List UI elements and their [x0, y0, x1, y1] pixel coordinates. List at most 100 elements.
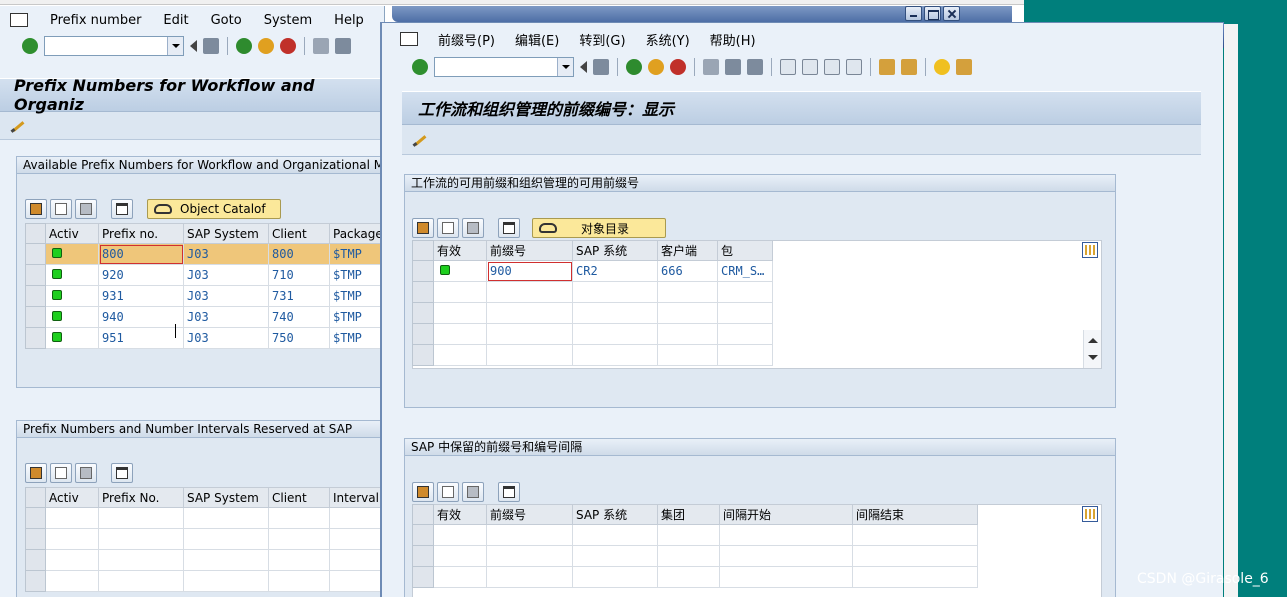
table-cell[interactable] [657, 566, 720, 588]
table-cell[interactable] [719, 566, 853, 588]
row-selector[interactable] [412, 545, 434, 567]
table-row[interactable] [25, 528, 384, 550]
table-cell[interactable] [433, 566, 487, 588]
client-cell[interactable]: 740 [268, 306, 330, 328]
table-cell[interactable] [183, 507, 269, 529]
table-cell[interactable] [657, 545, 720, 567]
table-cell[interactable] [719, 524, 853, 546]
row-selector[interactable] [412, 281, 434, 303]
delete-button[interactable] [75, 463, 97, 483]
collapse-arrow-icon[interactable] [580, 61, 587, 73]
row-selector[interactable] [25, 528, 46, 550]
details-button[interactable] [412, 218, 434, 238]
prefix-cell[interactable]: 920 [98, 264, 184, 286]
print-button[interactable] [498, 482, 520, 502]
delete-button[interactable] [462, 482, 484, 502]
table-cell[interactable] [329, 570, 384, 592]
display-change-icon[interactable] [10, 118, 26, 134]
table-cell[interactable] [433, 281, 487, 303]
client-cell[interactable]: 710 [268, 264, 330, 286]
collapse-arrow-icon[interactable] [190, 40, 197, 52]
menu-system[interactable]: 系统(Y) [646, 30, 690, 49]
package-cell[interactable]: $TMP [329, 306, 384, 328]
table-row[interactable] [25, 549, 384, 571]
new-entry-button[interactable] [50, 463, 72, 483]
column-header[interactable]: 前缀号 [486, 504, 573, 525]
table-cell[interactable] [486, 302, 573, 324]
close-icon[interactable] [943, 6, 960, 21]
table-cell[interactable] [433, 323, 487, 345]
table-cell[interactable] [268, 570, 330, 592]
menu-system[interactable]: System [264, 13, 312, 28]
package-cell[interactable]: $TMP [329, 285, 384, 307]
chevron-down-icon[interactable] [167, 37, 183, 55]
first-page-icon[interactable] [780, 59, 796, 75]
table-cell[interactable] [657, 524, 720, 546]
menu-goto[interactable]: 转到(G) [579, 30, 625, 49]
table-cell[interactable] [268, 549, 330, 571]
table-row[interactable] [412, 545, 978, 567]
system-cell[interactable]: J03 [183, 264, 269, 286]
table-cell[interactable] [657, 323, 718, 345]
prefix-cell[interactable]: 940 [98, 306, 184, 328]
row-selector[interactable] [25, 285, 46, 307]
select-all-cell[interactable] [412, 240, 434, 261]
table-cell[interactable] [268, 507, 330, 529]
row-selector[interactable] [25, 243, 46, 265]
table-cell[interactable] [657, 302, 718, 324]
table-cell[interactable] [183, 549, 269, 571]
column-header[interactable]: SAP System [183, 223, 269, 244]
table-row[interactable] [412, 281, 773, 303]
table-cell[interactable] [183, 528, 269, 550]
table-row[interactable]: 951 J03 750 $TMP [25, 327, 384, 349]
prefix-cell[interactable]: 900 [486, 260, 573, 282]
details-button[interactable] [412, 482, 434, 502]
next-page-icon[interactable] [824, 59, 840, 75]
command-field[interactable] [434, 57, 574, 77]
delete-button[interactable] [462, 218, 484, 238]
table-cell[interactable] [572, 302, 658, 324]
column-header[interactable]: 间隔开始 [719, 504, 853, 525]
table-cell[interactable] [572, 281, 658, 303]
table-cell[interactable] [486, 323, 573, 345]
column-header[interactable]: Prefix No. [98, 487, 184, 508]
column-header[interactable]: 客户端 [657, 240, 718, 261]
table-cell[interactable] [433, 344, 487, 366]
table-row[interactable] [412, 566, 978, 588]
table-cell[interactable] [433, 524, 487, 546]
save-icon[interactable] [593, 59, 609, 75]
find-icon[interactable] [335, 38, 351, 54]
table-cell[interactable] [657, 344, 718, 366]
scroll-down-icon[interactable] [1088, 355, 1098, 360]
menu-goto[interactable]: Goto [211, 13, 242, 28]
table-row[interactable] [412, 302, 773, 324]
column-header[interactable]: 间隔结束 [852, 504, 978, 525]
package-cell[interactable]: CRM_S… [717, 260, 773, 282]
package-cell[interactable]: $TMP [329, 327, 384, 349]
table-row[interactable]: 800 J03 800 $TMP [25, 243, 384, 265]
table-cell[interactable] [572, 323, 658, 345]
system-cell[interactable]: J03 [183, 285, 269, 307]
table-cell[interactable] [98, 549, 184, 571]
table-cell[interactable] [45, 507, 99, 529]
table-cell[interactable] [98, 570, 184, 592]
table-cell[interactable] [98, 528, 184, 550]
previous-page-icon[interactable] [802, 59, 818, 75]
row-selector[interactable] [412, 260, 434, 282]
table-cell[interactable] [719, 545, 853, 567]
print-icon[interactable] [703, 59, 719, 75]
table-cell[interactable] [572, 344, 658, 366]
table-cell[interactable] [329, 528, 384, 550]
table-cell[interactable] [98, 507, 184, 529]
column-header[interactable]: 有效 [433, 504, 487, 525]
object-catalog-button[interactable]: Object Catalof [147, 199, 281, 219]
print-button[interactable] [111, 463, 133, 483]
column-header[interactable]: Interval S [329, 487, 384, 508]
table-cell[interactable] [329, 549, 384, 571]
column-header[interactable]: SAP 系统 [572, 240, 658, 261]
system-cell[interactable]: J03 [183, 306, 269, 328]
system-cell[interactable]: J03 [183, 327, 269, 349]
enter-check-icon[interactable] [412, 59, 428, 75]
print-button[interactable] [111, 199, 133, 219]
minimize-icon[interactable] [905, 6, 922, 21]
